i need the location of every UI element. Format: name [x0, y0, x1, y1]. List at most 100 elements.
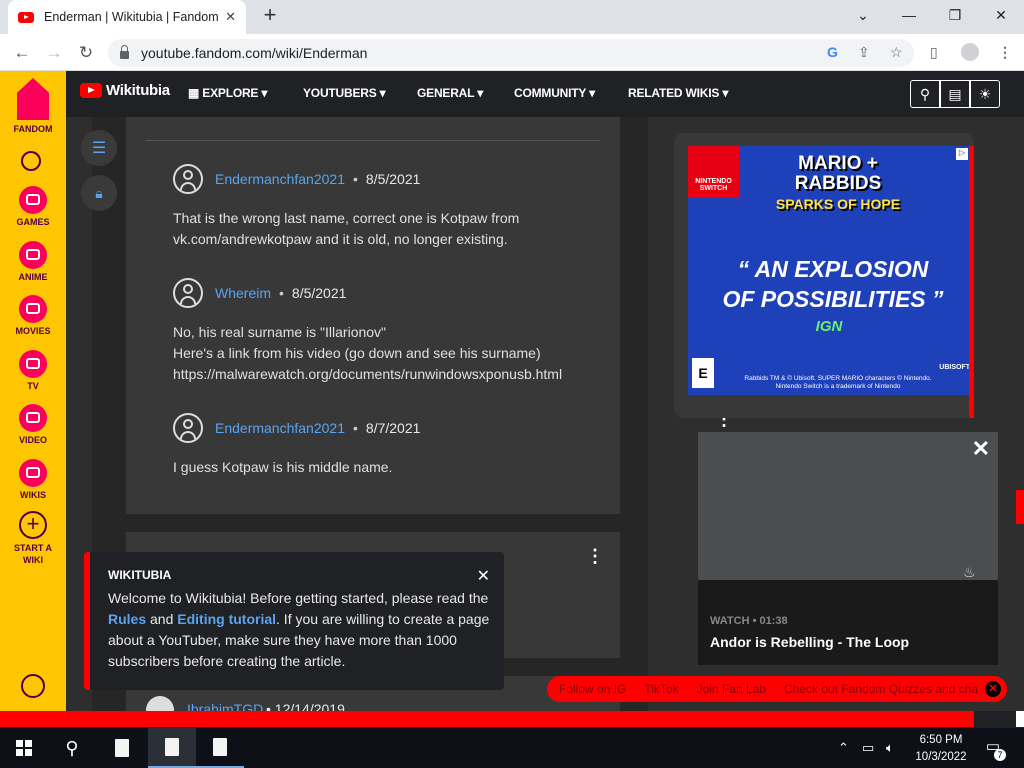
- sidebar-item-start-a-wiki[interactable]: + START A WIKI: [0, 511, 66, 566]
- social-links-bar: Follow on IG TikTok Join Fan Lab Check o…: [547, 676, 1007, 702]
- sidebar-item-label: MOVIES: [15, 326, 51, 336]
- tiktok-link[interactable]: TikTok: [644, 682, 678, 696]
- close-window-button[interactable]: ✕: [978, 0, 1024, 30]
- side-panel-icon[interactable]: ▯: [930, 44, 938, 61]
- taskbar-app-2[interactable]: [148, 728, 196, 768]
- advertisement[interactable]: NINTENDO SWITCH MARIO + RABBIDS SPARKS OF…: [688, 146, 970, 395]
- video-frame[interactable]: [698, 432, 998, 580]
- reload-icon[interactable]: ↻: [73, 40, 99, 66]
- sidebar-item-tv[interactable]: TV: [0, 350, 66, 391]
- banner-close-icon[interactable]: ✕: [477, 566, 490, 586]
- volume-icon[interactable]: 🔈︎: [886, 740, 894, 756]
- search-icon[interactable]: [21, 151, 41, 171]
- menu-kebab-icon[interactable]: ⋮: [998, 44, 1012, 61]
- comment-date: 8/5/2021: [365, 171, 421, 187]
- taskbar-app-1[interactable]: [98, 728, 146, 768]
- sidebar-item-label: WIKIS: [20, 490, 46, 500]
- restore-button[interactable]: ❐: [932, 0, 978, 30]
- new-tab-button[interactable]: +: [258, 4, 282, 28]
- taskbar-app-3[interactable]: [196, 728, 244, 768]
- address-bar[interactable]: youtube.fandom.com/wiki/Enderman: [108, 39, 914, 67]
- follow-ig-link[interactable]: Follow on IG: [559, 682, 626, 696]
- nav-general[interactable]: GENERAL ▾: [417, 86, 483, 100]
- nav-explore[interactable]: ▦ EXPLORE ▾: [188, 86, 267, 100]
- file-icon: [213, 738, 227, 756]
- ad-title-line: SPARKS OF HOPE: [775, 196, 901, 212]
- theme-toggle-icon[interactable]: ☀: [970, 80, 1000, 108]
- divider: [146, 140, 600, 141]
- discussions-icon[interactable]: ▤: [940, 80, 970, 108]
- nav-community[interactable]: COMMUNITY ▾: [514, 86, 595, 100]
- comment-menu-icon[interactable]: ⋮: [586, 547, 604, 565]
- quizzes-link[interactable]: Check out Fandom Quizzes and cha: [784, 682, 978, 696]
- user-account-icon[interactable]: [21, 674, 45, 698]
- ad-fine-print: Rabbids TM & © Ubisoft. SUPER MARIO char…: [744, 375, 932, 390]
- video-title[interactable]: Andor is Rebelling - The Loop: [710, 634, 909, 650]
- comment-date-value: 12/14/2019: [274, 701, 345, 711]
- lock-page-icon[interactable]: 🔒︎: [81, 175, 117, 211]
- wiki-logo[interactable]: Wikitubia: [80, 82, 170, 99]
- avatar-icon: [173, 413, 203, 443]
- profile-icon[interactable]: [961, 43, 979, 61]
- ad-title-line: MARIO + RABBIDS: [794, 153, 882, 194]
- sidebar-item-games[interactable]: GAMES: [0, 186, 66, 227]
- comment-date: 8/7/2021: [365, 420, 421, 436]
- comment: Whereim • 8/5/2021 ⋮ No, his real surnam…: [173, 275, 733, 385]
- tv-icon: [19, 350, 47, 378]
- nav-label: RELATED WIKIS: [628, 86, 720, 100]
- sidebar-item-video[interactable]: VIDEO: [0, 404, 66, 445]
- wikis-icon: [19, 459, 47, 487]
- tab-close-icon[interactable]: ✕: [225, 9, 236, 25]
- comment-user[interactable]: Whereim: [215, 285, 271, 301]
- wiki-search-icon[interactable]: ⚲: [910, 80, 940, 108]
- minimize-button[interactable]: —: [886, 0, 932, 30]
- avatar-icon: [173, 164, 203, 194]
- forward-icon[interactable]: →: [41, 40, 67, 66]
- start-button[interactable]: [0, 728, 48, 768]
- rules-link[interactable]: Rules: [108, 611, 146, 627]
- comment-date: • 12/14/2019: [266, 701, 345, 711]
- nav-label: YOUTUBERS: [303, 86, 377, 100]
- file-icon: [115, 739, 129, 757]
- taskbar-clock[interactable]: 6:50 PM 10/3/2022: [906, 732, 976, 766]
- lock-icon: [120, 44, 129, 59]
- share-icon[interactable]: ⇪: [858, 44, 870, 61]
- banner-title: WIKITUBIA: [108, 568, 172, 582]
- browser-tab[interactable]: Enderman | Wikitubia | Fandom ✕: [8, 0, 246, 34]
- sidebar-item-anime[interactable]: ANIME: [0, 241, 66, 282]
- nav-youtubers[interactable]: YOUTUBERS ▾: [303, 86, 386, 100]
- video-close-icon[interactable]: ✕: [972, 438, 990, 460]
- bottom-red-bar: [0, 711, 974, 727]
- ad-choices-icon[interactable]: ▷: [956, 148, 968, 160]
- comment-user[interactable]: Endermanchfan2021: [215, 171, 345, 187]
- tray-chevron-icon[interactable]: ⌃: [838, 740, 849, 756]
- video-icon: [19, 404, 47, 432]
- video-player[interactable]: ✕ ♨ WATCH • 01:38 Andor is Rebelling - T…: [698, 432, 998, 665]
- compass-icon: ▦: [188, 86, 203, 100]
- fan-lab-link[interactable]: Join Fan Lab: [697, 682, 766, 696]
- comment: Endermanchfan2021 • 8/7/2021 ⋮ I guess K…: [173, 410, 733, 478]
- sidebar-item-movies[interactable]: MOVIES: [0, 295, 66, 336]
- banner-text-part: Welcome to Wikitubia! Before getting sta…: [108, 590, 489, 606]
- nav-related-wikis[interactable]: RELATED WIKIS ▾: [628, 86, 728, 100]
- editing-tutorial-link[interactable]: Editing tutorial: [177, 611, 276, 627]
- fandom-logo[interactable]: FANDOM: [0, 78, 66, 134]
- tab-search-icon[interactable]: ⌄: [840, 0, 886, 30]
- sidebar-item-wikis[interactable]: WIKIS: [0, 459, 66, 500]
- scrollbar-thumb[interactable]: [1016, 490, 1024, 524]
- comment-user[interactable]: Endermanchfan2021: [215, 420, 345, 436]
- comment-body: That is the wrong last name, correct one…: [173, 210, 520, 247]
- bookmark-star-icon[interactable]: ☆: [890, 44, 903, 61]
- back-icon[interactable]: ←: [9, 40, 35, 66]
- ad-game-title: MARIO + RABBIDS SPARKS OF HOPE: [758, 154, 918, 214]
- comment-line: https://malwarewatch.org/documents/runwi…: [173, 366, 563, 382]
- network-icon[interactable]: ▭: [862, 740, 874, 756]
- close-icon[interactable]: ✕: [985, 681, 1001, 697]
- tab-title: Enderman | Wikitubia | Fandom: [44, 10, 219, 24]
- notifications-icon[interactable]: ▭ 7: [982, 737, 1006, 761]
- google-icon[interactable]: G: [827, 44, 838, 60]
- search-button[interactable]: ⚲: [48, 728, 96, 768]
- table-of-contents-icon[interactable]: ☰: [81, 130, 117, 166]
- avatar-icon: [173, 278, 203, 308]
- comment-user[interactable]: IbrahimTGD: [187, 701, 263, 711]
